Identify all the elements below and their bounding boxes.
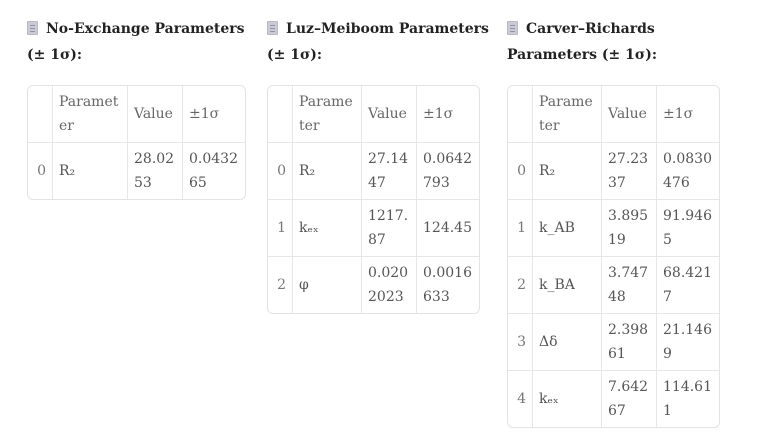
table-row: 0 R₂ 27.1447 0.0642793 [268,142,479,200]
table-row: 0 R₂ 27.2337 0.0830476 [508,142,719,200]
parameter-cell: R₂ [532,142,602,200]
sigma-cell: 124.45 [416,199,479,257]
row-index: 0 [28,142,53,199]
sigma-cell: 0.0016633 [416,256,479,313]
row-index: 0 [508,142,533,200]
carver-richards-section: Carver–Richards Parameters (± 1σ): Param… [507,16,733,432]
row-index: 2 [268,256,293,313]
carver-richards-table: Parameter Value ±1σ 0 R₂ 27.2337 0.08304… [507,85,720,428]
document-icon [267,21,278,35]
value-cell: 3.89519 [601,199,657,257]
luz-meiboom-table: Parameter Value ±1σ 0 R₂ 27.1447 0.06427… [267,85,480,314]
section-heading: Luz–Meiboom Parameters (± 1σ): [267,16,493,68]
table-row: 1 k_AB 3.89519 91.9465 [508,199,719,257]
section-title: No-Exchange Parameters (± 1σ): [27,21,245,63]
value-header: Value [361,86,417,143]
parameter-header: Parameter [52,86,128,143]
parameter-cell: kₑₓ [532,370,602,427]
parameter-cell: Δδ [532,313,602,371]
sigma-header: ±1σ [656,86,719,143]
sigma-cell: 68.4217 [656,256,719,314]
parameter-header: Parameter [532,86,602,143]
table-header-row: Parameter Value ±1σ [268,86,479,143]
table-row: 2 φ 0.0202023 0.0016633 [268,256,479,313]
value-cell: 27.2337 [601,142,657,200]
document-icon [27,21,38,35]
sigma-cell: 0.0830476 [656,142,719,200]
table-header-row: Parameter Value ±1σ [508,86,719,143]
table-header-row: Parameter Value ±1σ [28,86,245,143]
value-cell: 27.1447 [361,142,417,200]
parameter-cell: k_AB [532,199,602,257]
section-title: Luz–Meiboom Parameters (± 1σ): [267,21,489,63]
parameter-cell: kₑₓ [292,199,362,257]
row-index: 0 [268,142,293,200]
sigma-cell: 91.9465 [656,199,719,257]
value-cell: 3.74748 [601,256,657,314]
value-cell: 28.0253 [127,142,183,199]
sigma-header: ±1σ [182,86,245,143]
section-heading: Carver–Richards Parameters (± 1σ): [507,16,733,68]
parameter-cell: φ [292,256,362,313]
no-exchange-table: Parameter Value ±1σ 0 R₂ 28.0253 0.04326… [27,85,246,200]
table-row: 4 kₑₓ 7.64267 114.611 [508,370,719,427]
sigma-cell: 21.1469 [656,313,719,371]
value-cell: 0.0202023 [361,256,417,313]
document-icon [507,21,518,35]
value-header: Value [127,86,183,143]
value-cell: 1217.87 [361,199,417,257]
sigma-cell: 0.0642793 [416,142,479,200]
no-exchange-section: No-Exchange Parameters (± 1σ): Parameter… [27,16,253,204]
index-header [268,86,293,143]
sigma-cell: 0.043265 [182,142,245,199]
parameter-cell: R₂ [52,142,128,199]
row-index: 3 [508,313,533,371]
sigma-cell: 114.611 [656,370,719,427]
row-index: 4 [508,370,533,427]
index-header [28,86,53,143]
table-row: 2 k_BA 3.74748 68.4217 [508,256,719,314]
row-index: 2 [508,256,533,314]
sigma-header: ±1σ [416,86,479,143]
value-cell: 2.39861 [601,313,657,371]
row-index: 1 [508,199,533,257]
parameter-cell: R₂ [292,142,362,200]
value-header: Value [601,86,657,143]
parameter-header: Parameter [292,86,362,143]
luz-meiboom-section: Luz–Meiboom Parameters (± 1σ): Parameter… [267,16,493,318]
parameter-cell: k_BA [532,256,602,314]
table-row: 1 kₑₓ 1217.87 124.45 [268,199,479,257]
section-heading: No-Exchange Parameters (± 1σ): [27,16,253,68]
section-title: Carver–Richards Parameters (± 1σ): [507,21,657,63]
value-cell: 7.64267 [601,370,657,427]
index-header [508,86,533,143]
table-row: 3 Δδ 2.39861 21.1469 [508,313,719,371]
table-row: 0 R₂ 28.0253 0.043265 [28,142,245,199]
row-index: 1 [268,199,293,257]
